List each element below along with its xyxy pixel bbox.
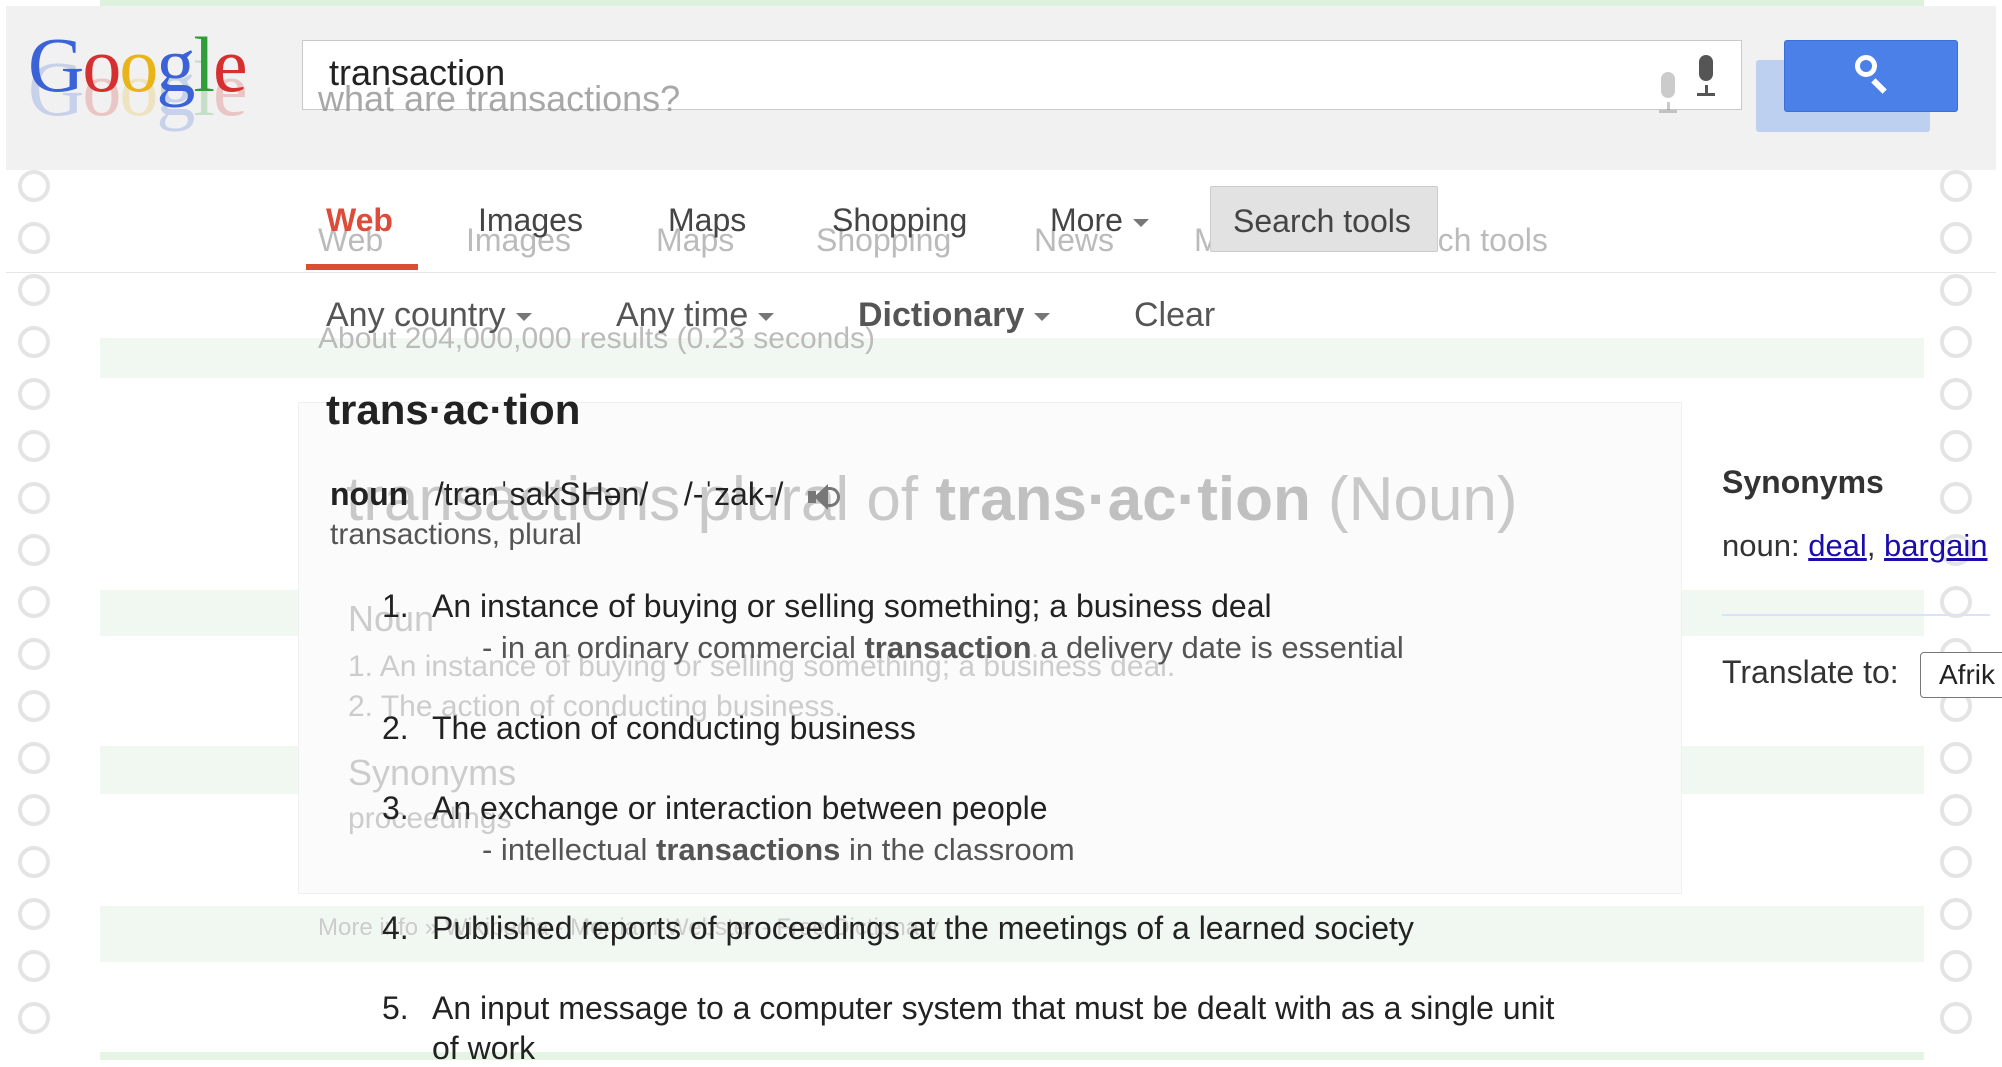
microphone-ghost-icon [1655,72,1681,114]
definition-number: 5. [382,990,409,1026]
bottom-green-strip [100,1052,1924,1060]
tab-more[interactable]: More [1050,202,1149,239]
definition-text: The action of conducting business [432,710,916,746]
ghost-pos: (Noun) [1310,465,1518,534]
speaker-icon[interactable] [808,482,842,512]
definition-item: 3. An exchange or interaction between peo… [382,790,1048,827]
definition-number: 2. [382,710,409,746]
search-icon [1855,55,1877,77]
definition-item: 2. The action of conducting business [382,710,916,747]
pronunciation-primary: /tranˈsakSHən/ [434,476,649,512]
definition-number: 4. [382,910,409,946]
search-button[interactable] [1784,40,1958,112]
filter-country-label: Any country [326,296,506,334]
dictionary-headword: trans·ac·tion [326,386,581,433]
chevron-down-icon [1034,313,1051,322]
active-tab-indicator [306,264,418,270]
microphone-icon[interactable] [1693,55,1719,97]
divider [6,272,1996,273]
divider [1722,614,1990,616]
tab-maps[interactable]: Maps [668,202,746,239]
binding-rings-left [18,14,62,1054]
definition-item: 5. An input message to a computer system … [382,990,1554,1027]
definition-text: An input message to a computer system th… [432,990,1555,1026]
ghost-synonyms-label: Synonyms [348,752,517,793]
tab-bar: Web Images Maps Shopping More [0,190,2002,270]
search-tools-button[interactable]: Search tools [1210,186,1438,252]
chevron-down-icon [758,313,775,322]
ghost-headword: trans·ac·tion [935,465,1311,534]
synonyms-noun-label: noun: [1722,528,1809,563]
definition-text: An exchange or interaction between peopl… [432,790,1048,826]
definition-item: 1. An instance of buying or selling somet… [382,588,1272,625]
example-pre: - intellectual [482,832,657,867]
filter-dictionary-label: Dictionary [858,296,1025,334]
pronunciation-line: noun /tranˈsakSHən/ /-ˈzak-/ [330,476,842,513]
inflection: transactions, plural [330,518,582,551]
synonyms-line: noun: deal, bargain [1722,528,1988,563]
tab-shopping[interactable]: Shopping [832,202,967,239]
definition-example: - intellectual transactions in the class… [482,832,1075,868]
example-post: in the classroom [840,832,1075,867]
synonym-link[interactable]: deal [1808,528,1867,563]
example-pre: - in an ordinary commercial [482,630,865,665]
definition-item: 4. Published reports of proceedings at th… [382,910,1414,947]
definition-text: An instance of buying or selling somethi… [432,588,1272,624]
translate-label: Translate to: [1722,654,1899,690]
tab-more-label: More [1050,202,1123,238]
definition-example: - in an ordinary commercial transaction … [482,630,1404,666]
google-logo[interactable]: Google [28,26,248,104]
language-select[interactable]: Afrik [1920,652,2002,698]
definition-number: 1. [382,588,409,624]
pronunciation-secondary: /-ˈzak-/ [683,476,784,512]
chevron-down-icon [515,313,532,322]
definition-text-continued: of work [432,1030,536,1066]
definition-number: 3. [382,790,409,826]
search-tools-label: Search tools [1233,203,1411,239]
tab-web[interactable]: Web [326,202,393,239]
filter-country[interactable]: Any country [326,296,532,335]
chevron-down-icon [1132,218,1149,227]
filter-clear[interactable]: Clear [1134,296,1215,335]
definition-text: Published reports of proceedings at the … [432,910,1414,946]
filter-dictionary[interactable]: Dictionary [858,296,1051,335]
ghost-search-query: what are transactions? [318,78,681,119]
synonym-link[interactable]: bargain [1884,528,1987,563]
example-keyword: transactions [656,832,841,867]
example-post: a delivery date is essential [1031,630,1404,665]
filter-time-label: Any time [616,296,749,334]
tab-images[interactable]: Images [478,202,583,239]
example-keyword: transaction [864,630,1032,665]
synonyms-title: Synonyms [1722,464,1884,500]
part-of-speech: noun [330,476,409,512]
filter-time[interactable]: Any time [616,296,775,335]
